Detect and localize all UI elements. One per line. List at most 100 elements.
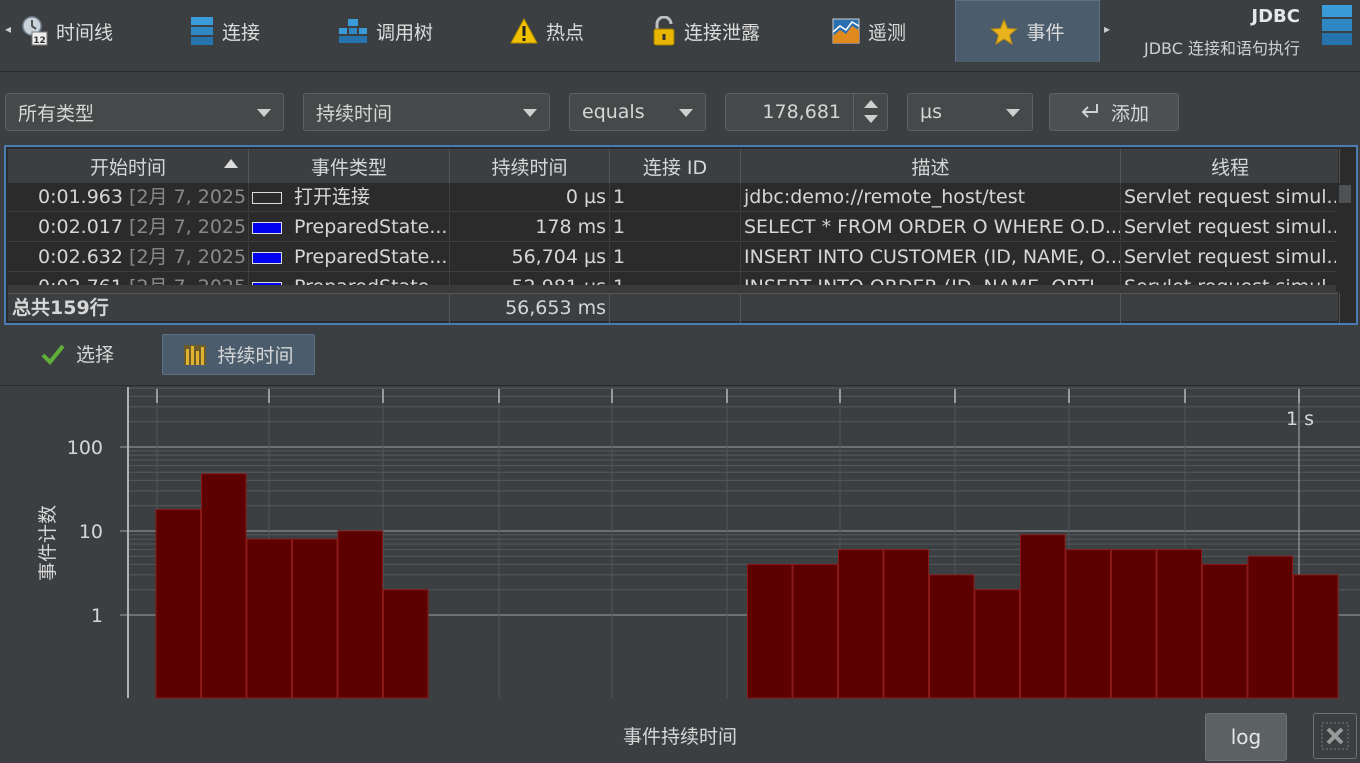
filter-operator-select[interactable]: equals <box>569 93 706 131</box>
cell-thread: Servlet request simul... <box>1121 243 1340 272</box>
table-header: 开始时间 事件类型 持续时间 连接 ID 描述 线程 <box>8 149 1340 183</box>
tab-list: 12 时间线 连接 调用树 热点 连接泄露 遥测 事件 <box>0 0 1120 62</box>
scrollbar-thumb[interactable] <box>1339 185 1351 203</box>
histogram-bar <box>1156 549 1202 699</box>
vertical-scrollbar[interactable] <box>1336 183 1354 291</box>
histogram-bar <box>838 549 884 699</box>
tab-label: 热点 <box>546 21 585 44</box>
cell-event-type: 打开连接 <box>249 183 450 212</box>
column-label: 线程 <box>1210 156 1249 179</box>
svg-text:12: 12 <box>33 36 46 46</box>
view-header: JDBC JDBC 连接和语句执行 <box>1144 6 1300 59</box>
histogram-svg: 1 10 100 1 s 事件计数 <box>37 387 1360 699</box>
histogram-bar <box>974 589 1020 699</box>
events-table: 开始时间 事件类型 持续时间 连接 ID 描述 线程 0:01.963 [2月 … <box>4 145 1358 325</box>
histogram-bar <box>292 538 338 699</box>
cell-start-time: 0:02.017 [2月 7, 2025 .. <box>8 213 249 242</box>
x-axis-label: 事件持续时间 <box>622 726 737 748</box>
duration-bars-icon <box>184 344 207 365</box>
cell-thread: Servlet request simul... <box>1121 183 1340 212</box>
column-label: 连接 ID <box>642 156 708 179</box>
scroll-tabs-right-icon[interactable]: ▸ <box>1104 22 1110 36</box>
filter-operator-value: equals <box>582 101 645 123</box>
event-type-value: 打开连接 <box>294 186 371 208</box>
table-row[interactable]: 0:01.963 [2月 7, 2025 .. 打开连接 0 µs 1 jdbc… <box>8 183 1340 212</box>
cell-connection-id: 1 <box>610 213 741 242</box>
view-subtitle: JDBC 连接和语句执行 <box>1144 39 1300 58</box>
cell-duration: 0 µs <box>450 183 610 212</box>
tab-call-tree[interactable]: 调用树 <box>338 0 468 62</box>
chevron-down-icon <box>679 109 693 117</box>
column-label: 描述 <box>911 156 950 179</box>
sort-ascending-icon <box>224 159 238 168</box>
tab-label: 事件 <box>1026 22 1065 44</box>
return-arrow-icon <box>1081 104 1098 118</box>
total-count: 159 <box>50 297 90 319</box>
column-header-start-time[interactable]: 开始时间 <box>8 149 249 183</box>
cell-description: INSERT INTO CUSTOMER (ID, NAME, O... <box>741 243 1121 272</box>
tab-timeline[interactable]: 12 时间线 <box>18 0 143 62</box>
duration-toggle-label: 持续时间 <box>217 345 294 367</box>
cell-duration: 178 ms <box>450 213 610 242</box>
histogram-bar <box>792 563 838 699</box>
column-header-description[interactable]: 描述 <box>741 149 1121 183</box>
tab-label: 连接泄露 <box>684 21 761 44</box>
column-header-event-type[interactable]: 事件类型 <box>249 149 450 183</box>
spinner-up-icon[interactable] <box>864 100 878 108</box>
y-tick-label: 10 <box>79 521 103 543</box>
duration-histogram-toggle[interactable]: 持续时间 <box>162 334 315 375</box>
view-title: JDBC <box>1251 6 1300 27</box>
tab-telemetry[interactable]: 遥测 <box>832 0 942 62</box>
histogram-bar <box>246 538 292 699</box>
event-type-swatch <box>252 221 282 234</box>
view-tab-bar: ◂ 12 时间线 连接 调用树 热点 连接泄露 遥测 事件 ▸ JDBC JDB… <box>0 0 1360 72</box>
tab-connections[interactable]: 连接 <box>190 0 310 62</box>
filter-value-input[interactable]: 178,681 <box>762 101 841 123</box>
cell-event-type: PreparedState... <box>249 243 450 272</box>
cell-connection-id: 1 <box>610 183 741 212</box>
histogram-bar <box>1020 534 1066 699</box>
table-row[interactable]: 0:02.632 [2月 7, 2025 .. PreparedState...… <box>8 243 1340 272</box>
histogram-bar <box>383 589 429 699</box>
total-empty-cell <box>741 294 1121 323</box>
histogram-bar <box>747 563 793 699</box>
tab-hotspots[interactable]: 热点 <box>510 0 630 62</box>
event-type-value: PreparedState... <box>294 216 448 238</box>
total-empty-cell <box>1121 294 1340 323</box>
column-label: 开始时间 <box>89 156 166 179</box>
event-type-select[interactable]: 所有类型 <box>5 93 284 131</box>
cell-description: jdbc:demo://remote_host/test <box>741 183 1121 212</box>
log-scale-button[interactable]: log <box>1205 713 1287 761</box>
column-header-thread[interactable]: 线程 <box>1121 149 1340 183</box>
spinner-arrows[interactable] <box>853 94 887 130</box>
column-header-connection-id[interactable]: 连接 ID <box>610 149 741 183</box>
tab-label: 时间线 <box>56 21 114 44</box>
filter-unit-select[interactable]: µs <box>907 93 1033 131</box>
event-type-value: PreparedState... <box>294 246 448 268</box>
start-date-value: [2月 7, 2025 .. <box>129 216 248 238</box>
event-type-swatch <box>252 251 282 264</box>
close-histogram-button[interactable] <box>1313 713 1357 759</box>
total-suffix: 行 <box>89 297 109 319</box>
histogram-bar <box>337 530 383 699</box>
histogram-bar <box>1111 549 1157 699</box>
profiler-window: { "tabs": [ {"label": "时间线", "icon": "ti… <box>0 0 1360 763</box>
tab-events[interactable]: 事件 <box>955 0 1100 62</box>
padlock-icon <box>653 16 675 46</box>
add-filter-button[interactable]: 添加 <box>1049 93 1179 131</box>
table-row[interactable]: 0:02.017 [2月 7, 2025 .. PreparedState...… <box>8 213 1340 242</box>
duration-histogram: 1 10 100 1 s 事件计数 <box>0 387 1360 763</box>
filter-field-select[interactable]: 持续时间 <box>303 93 550 131</box>
start-time-value: 0:02.632 <box>38 246 123 268</box>
column-header-duration[interactable]: 持续时间 <box>450 149 610 183</box>
filter-value-spinner[interactable]: 178,681 <box>725 93 888 131</box>
select-mode-button[interactable]: 选择 <box>40 340 114 367</box>
tab-connection-leaks[interactable]: 连接泄露 <box>652 0 802 62</box>
histogram-bar <box>1247 555 1293 699</box>
event-type-swatch <box>252 191 282 204</box>
cell-event-type: PreparedState... <box>249 213 450 242</box>
chevron-down-icon <box>1006 109 1020 117</box>
y-tick-label: 1 <box>91 605 103 627</box>
horizontal-scrollbar[interactable] <box>8 285 1338 293</box>
spinner-down-icon[interactable] <box>864 115 878 123</box>
